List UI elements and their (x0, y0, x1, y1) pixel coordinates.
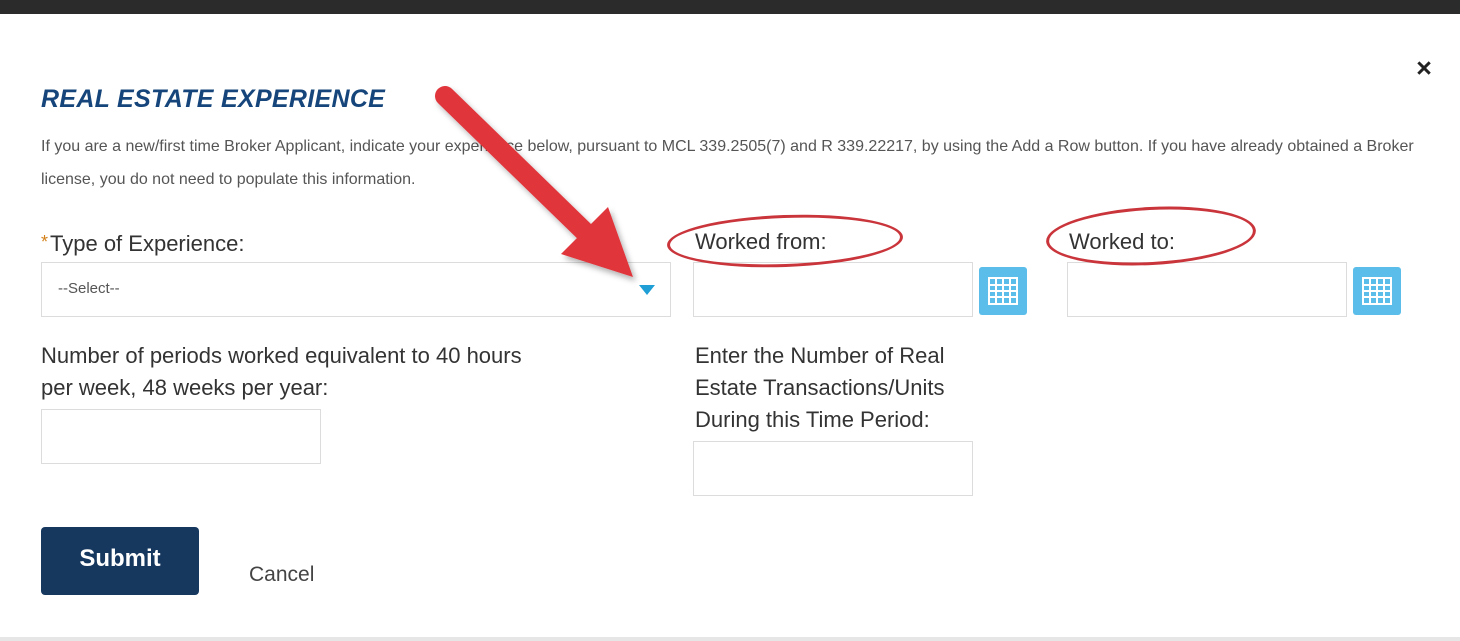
close-icon[interactable]: × (1408, 52, 1440, 84)
transactions-label-line-1: Enter the Number of Real (695, 343, 945, 368)
bottom-divider (0, 637, 1460, 641)
transactions-label: Enter the Number of Real Estate Transact… (695, 340, 944, 436)
modal-title: REAL ESTATE EXPERIENCE (41, 85, 386, 113)
calendar-icon (1362, 277, 1392, 305)
type-of-experience-select[interactable]: --Select-- (41, 262, 671, 317)
chevron-down-icon[interactable] (639, 285, 655, 295)
cancel-link[interactable]: Cancel (249, 563, 314, 587)
calendar-icon (988, 277, 1018, 305)
transactions-label-line-3: During this Time Period: (695, 407, 930, 432)
worked-to-input[interactable] (1067, 262, 1347, 317)
periods-label-line-2: per week, 48 weeks per year: (41, 375, 329, 400)
periods-input[interactable] (41, 409, 321, 464)
worked-from-input[interactable] (693, 262, 973, 317)
transactions-label-line-2: Estate Transactions/Units (695, 375, 945, 400)
intro-text: If you are a new/first time Broker Appli… (41, 138, 1414, 188)
transactions-input[interactable] (693, 441, 973, 496)
top-bar (0, 0, 1460, 14)
type-of-experience-selected-value: --Select-- (58, 280, 120, 297)
periods-label-line-1: Number of periods worked equivalent to 4… (41, 343, 522, 368)
worked-to-calendar-button[interactable] (1353, 267, 1401, 315)
submit-button[interactable]: Submit (41, 527, 199, 595)
required-marker: * (41, 232, 49, 252)
periods-label: Number of periods worked equivalent to 4… (41, 340, 522, 404)
type-of-experience-label-text: Type of Experience: (50, 231, 245, 256)
worked-from-calendar-button[interactable] (979, 267, 1027, 315)
type-of-experience-label: *Type of Experience: (41, 226, 244, 260)
annotation-ellipse-worked-to (1044, 201, 1258, 271)
